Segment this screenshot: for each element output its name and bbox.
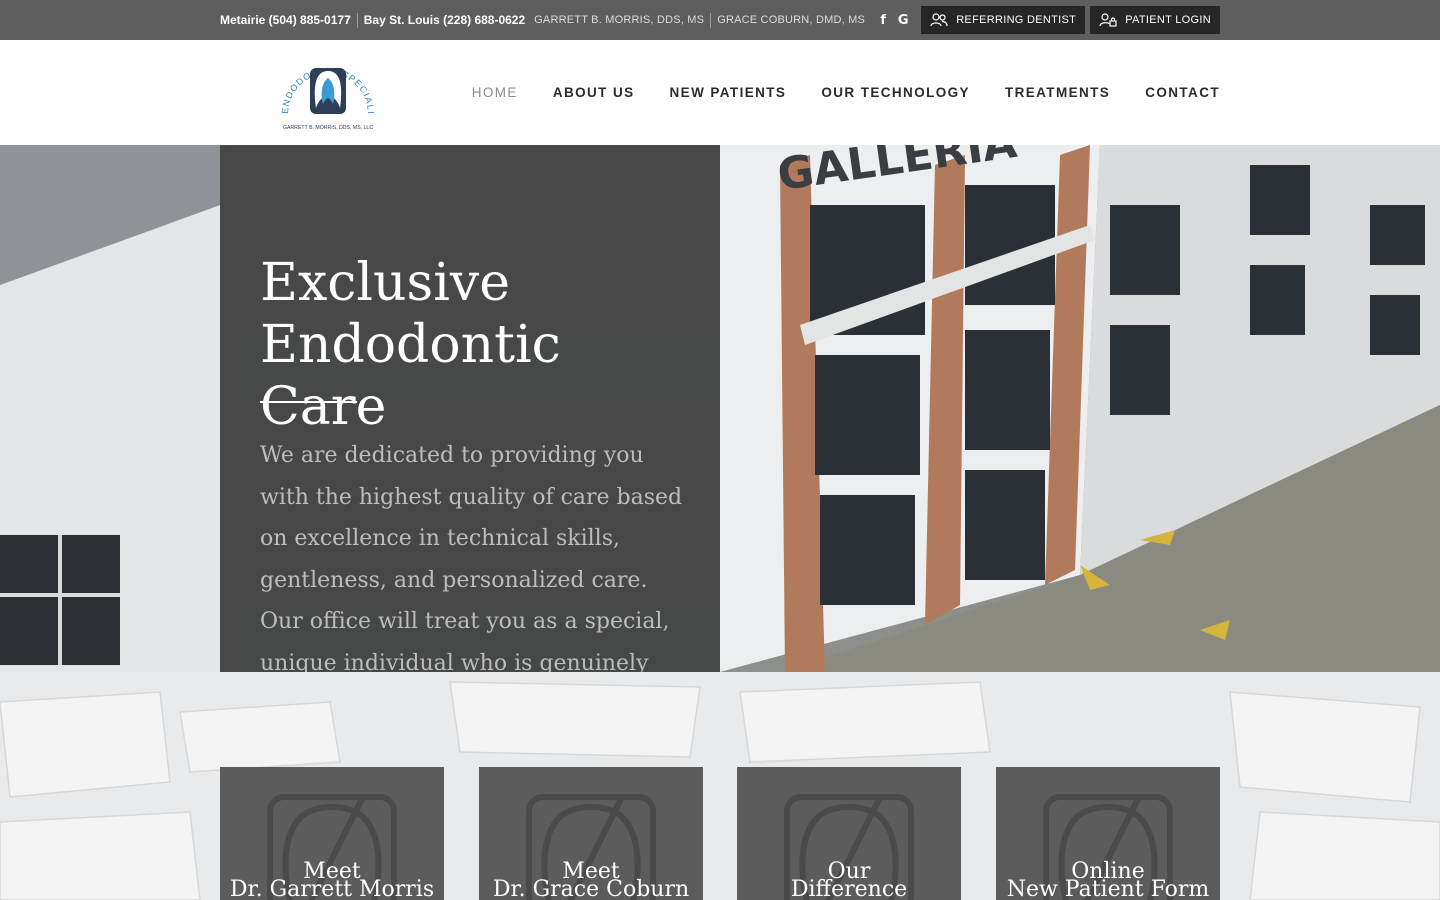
hero-building-photo: GALLERIA [0,145,1440,672]
hero-section: GALLERIA Exclusive Endodontic Care We ar… [0,145,1440,672]
card-our-difference[interactable]: Our Difference [737,767,961,900]
nav-treatments[interactable]: TREATMENTS [1005,85,1110,100]
social-links: f G [877,13,909,28]
card-meet-dr-morris[interactable]: Meet Dr. Garrett Morris [220,767,444,900]
referring-dentist-label: REFERRING DENTIST [956,14,1077,26]
endodontic-specialists-logo[interactable]: ENDODONTIC SPECIALISTS GARRETT B. MORRIS… [276,50,380,136]
doctor-morris-link[interactable]: GARRETT B. MORRIS, DDS, MS [534,14,704,26]
stone-texture-background [0,681,1440,900]
user-lock-icon [1099,13,1117,27]
main-navigation: HOME ABOUT US NEW PATIENTS OUR TECHNOLOG… [472,40,1220,145]
nav-contact[interactable]: CONTACT [1145,85,1220,100]
card-meet-dr-coburn[interactable]: Meet Dr. Grace Coburn [479,767,703,900]
facebook-icon[interactable]: f [877,13,889,28]
top-utility-bar: Metairie (504) 885-0177 Bay St. Louis (2… [0,0,1440,40]
feature-cards-section: Meet Dr. Garrett Morris Meet Dr. Grace C… [0,672,1440,900]
patient-login-button[interactable]: PATIENT LOGIN [1090,6,1220,34]
site-header: ENDODONTIC SPECIALISTS GARRETT B. MORRIS… [0,40,1440,145]
patient-login-label: PATIENT LOGIN [1125,14,1211,26]
divider [710,12,712,28]
doctor-coburn-link[interactable]: GRACE COBURN, DMD, MS [717,14,865,26]
users-icon [930,13,948,27]
svg-text:GARRETT B. MORRIS, DDS, MS, LL: GARRETT B. MORRIS, DDS, MS, LLC [283,125,373,131]
hero-description: We are dedicated to providing you with t… [260,443,683,672]
card-label: Online New Patient Form [1006,859,1210,900]
card-online-new-patient-form[interactable]: Online New Patient Form [996,767,1220,900]
google-icon[interactable]: G [897,13,909,28]
hero-text-panel: Exclusive Endodontic Care We are dedicat… [220,145,720,672]
nav-new-patients[interactable]: NEW PATIENTS [670,85,787,100]
hero-title: Exclusive Endodontic Care [260,253,561,437]
referring-dentist-button[interactable]: REFERRING DENTIST [921,6,1086,34]
card-label: Meet Dr. Garrett Morris [229,859,435,900]
nav-about-us[interactable]: ABOUT US [553,85,635,100]
card-label: Meet Dr. Grace Coburn [492,859,690,900]
card-label: Our Difference [790,859,908,900]
hero-divider [260,401,357,403]
phone-bay-st-louis[interactable]: Bay St. Louis (228) 688-0622 [364,13,525,27]
nav-our-technology[interactable]: OUR TECHNOLOGY [821,85,970,100]
phone-metairie[interactable]: Metairie (504) 885-0177 [220,13,351,27]
divider [356,12,358,28]
nav-home[interactable]: HOME [472,85,518,100]
